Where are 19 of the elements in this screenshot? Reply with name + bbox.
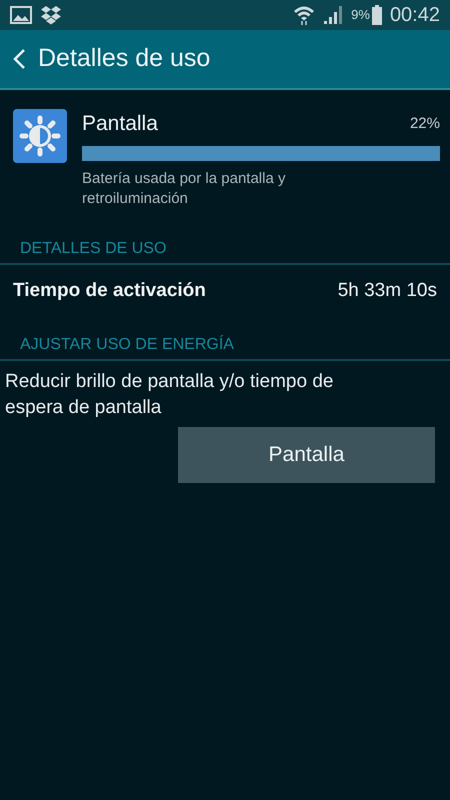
wifi-icon	[293, 4, 316, 26]
usage-percent: 22%	[410, 114, 440, 134]
screen-title: Detalles de uso	[38, 43, 210, 74]
battery-icon	[372, 5, 382, 25]
clock-time: 00:42	[390, 3, 440, 28]
usage-name: Pantalla	[82, 111, 158, 137]
usage-description: Batería usada por la pantalla y retroiluminación	[82, 168, 286, 208]
screen-settings-button[interactable]: Pantalla	[178, 427, 435, 483]
back-icon[interactable]	[12, 48, 26, 70]
signal-icon	[323, 5, 344, 25]
detail-label: Tiempo de activación	[13, 278, 206, 302]
section-heading: DETALLES DE USO	[20, 240, 166, 256]
battery-percent: 9%	[351, 6, 370, 24]
action-description: Reducir brillo de pantalla y/o tiempo de espera de pantalla	[4, 370, 334, 420]
detail-value: 5h 33m 10s	[338, 278, 437, 302]
section-heading: AJUSTAR USO DE ENERGÍA	[20, 336, 234, 353]
gallery-icon	[10, 6, 32, 24]
dropbox-icon	[40, 5, 62, 25]
brightness-icon	[12, 108, 68, 164]
